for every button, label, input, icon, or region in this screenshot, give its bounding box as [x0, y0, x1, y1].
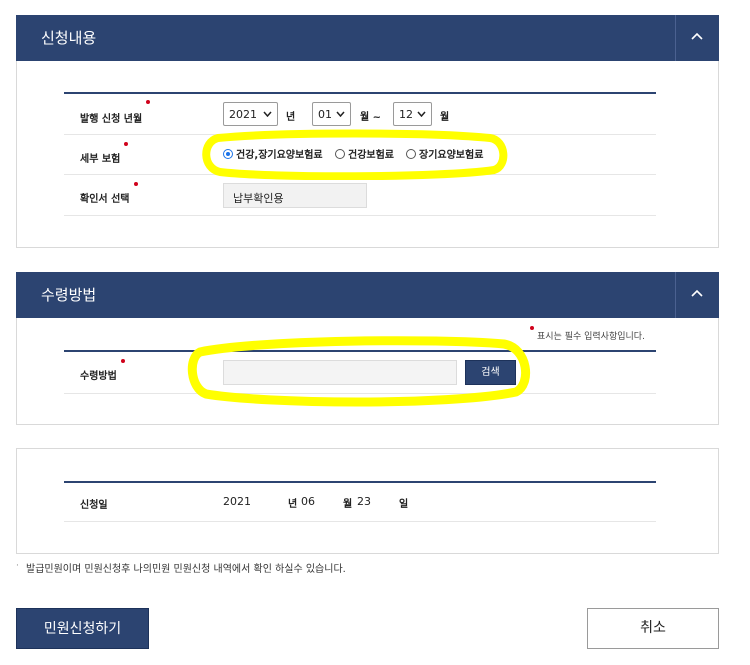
month-from-value: 01	[318, 108, 332, 121]
table-top-rule	[64, 92, 656, 94]
option-label: 장기요양보험료	[419, 150, 484, 161]
required-note: 표시는 필수 입력사항입니다.	[537, 332, 645, 342]
cert-label: 확인서 선택	[80, 194, 130, 205]
required-marker	[124, 142, 128, 146]
chevron-down-icon	[336, 111, 345, 117]
row-divider	[64, 393, 656, 394]
date-year: 2021	[223, 495, 251, 508]
required-marker	[134, 182, 138, 186]
row-divider	[64, 134, 656, 135]
footer-note: 발급민원이며 민원신청후 나의민원 민원신청 내역에서 확인 하실수 있습니다.	[26, 564, 346, 575]
cancel-button[interactable]: 취소	[587, 608, 719, 649]
section-title: 수령방법	[41, 286, 97, 304]
collapse-toggle-button[interactable]	[675, 272, 719, 318]
receive-method-header: 수령방법	[16, 272, 719, 318]
row-divider	[64, 215, 656, 216]
radio-selected-icon	[223, 148, 233, 159]
table-top-rule	[64, 350, 656, 352]
date-month: 06	[301, 495, 315, 508]
date-day: 23	[357, 495, 371, 508]
method-label: 수령방법	[80, 371, 117, 382]
required-marker	[530, 326, 534, 330]
row-divider	[64, 174, 656, 175]
bullet-icon: ·	[16, 561, 19, 571]
month-from-select[interactable]: 01	[312, 102, 351, 126]
row-divider	[64, 521, 656, 522]
required-marker	[121, 359, 125, 363]
cert-value-box: 납부확인용	[223, 183, 367, 208]
option-label: 건강,장기요양보험료	[236, 150, 323, 161]
chevron-up-icon	[691, 289, 703, 297]
month-to-select[interactable]: 12	[393, 102, 432, 126]
insurance-option-combined[interactable]: 건강,장기요양보험료	[223, 146, 323, 161]
insurance-label: 세부 보험	[80, 154, 121, 165]
radio-icon	[406, 148, 416, 159]
date-label: 신청일	[80, 500, 108, 511]
search-button[interactable]: 검색	[465, 360, 516, 385]
month-range-separator: 월 ~	[360, 112, 382, 123]
collapse-toggle-button[interactable]	[675, 15, 719, 61]
submit-application-button[interactable]: 민원신청하기	[16, 608, 149, 649]
date-day-unit: 일	[399, 499, 409, 510]
year-unit: 년	[286, 112, 296, 123]
year-select-value: 2021	[229, 108, 257, 121]
period-label: 발행 신청 년월	[80, 114, 143, 125]
required-marker	[146, 100, 150, 104]
method-input[interactable]	[223, 360, 457, 385]
radio-icon	[335, 148, 345, 159]
date-month-unit: 월	[343, 499, 353, 510]
option-label: 건강보험료	[348, 150, 394, 161]
section-title: 신청내용	[41, 29, 97, 47]
table-top-rule	[64, 481, 656, 483]
chevron-down-icon	[417, 111, 426, 117]
year-select[interactable]: 2021	[223, 102, 278, 126]
month-to-value: 12	[399, 108, 413, 121]
application-content-header: 신청내용	[16, 15, 719, 61]
insurance-option-health[interactable]: 건강보험료	[335, 146, 394, 161]
chevron-up-icon	[691, 32, 703, 40]
insurance-option-longterm[interactable]: 장기요양보험료	[406, 146, 483, 161]
date-year-unit: 년	[288, 499, 298, 510]
chevron-down-icon	[263, 111, 272, 117]
month-unit: 월	[440, 112, 450, 123]
